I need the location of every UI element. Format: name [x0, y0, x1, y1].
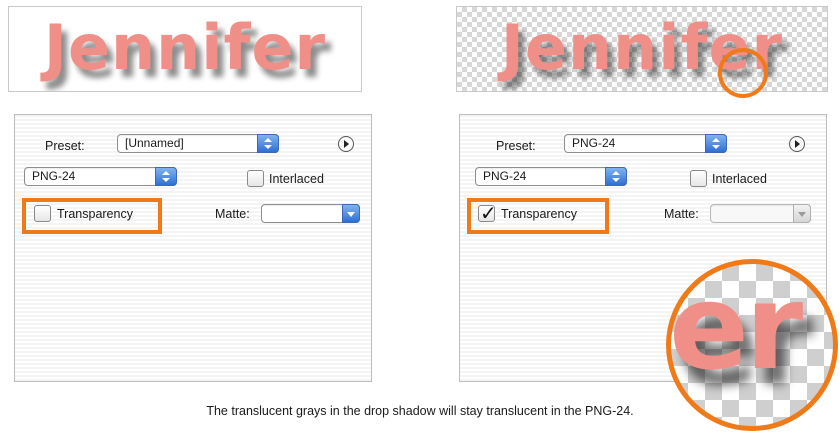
figure-caption: The translucent grays in the drop shadow…	[206, 404, 634, 418]
preset-label: Preset:	[496, 139, 536, 153]
detail-highlight-circle	[718, 48, 768, 98]
interlaced-label: Interlaced	[269, 172, 324, 186]
preset-select[interactable]: PNG-24	[564, 134, 727, 153]
preset-select-value: [Unnamed]	[125, 136, 184, 150]
jennifer-text: Jennifer	[500, 11, 784, 84]
save-for-web-settings-panel-left: Preset: [Unnamed] PNG-24 Interlaced Tran…	[14, 114, 372, 382]
jennifer-banner-transparent: Jennifer	[456, 6, 828, 92]
jennifer-text: Jennifer	[43, 11, 327, 84]
transparency-highlight-box	[467, 198, 609, 234]
matte-select[interactable]	[710, 204, 811, 223]
interlaced-label: Interlaced	[712, 172, 767, 186]
transparency-highlight-box	[22, 198, 162, 234]
preset-select-value: PNG-24	[572, 136, 616, 150]
zoomed-letters: er	[669, 259, 803, 396]
updown-arrows-icon	[257, 134, 279, 153]
settings-menu-arrow-icon[interactable]	[338, 136, 354, 152]
updown-arrows-icon	[155, 167, 177, 186]
matte-label: Matte:	[664, 207, 699, 221]
matte-label: Matte:	[215, 207, 250, 221]
format-select-value: PNG-24	[483, 169, 527, 183]
updown-arrows-icon	[705, 134, 727, 153]
preset-label: Preset:	[45, 139, 85, 153]
preset-select[interactable]: [Unnamed]	[117, 134, 279, 153]
jennifer-banner-opaque: Jennifer	[8, 6, 362, 92]
format-select[interactable]: PNG-24	[24, 167, 177, 186]
interlaced-checkbox[interactable]	[690, 170, 707, 187]
dropdown-arrow-icon	[793, 204, 811, 223]
interlaced-checkbox[interactable]	[247, 170, 264, 187]
format-select[interactable]: PNG-24	[475, 167, 627, 186]
updown-arrows-icon	[605, 167, 627, 186]
settings-menu-arrow-icon[interactable]	[789, 136, 805, 152]
dropdown-arrow-icon	[342, 204, 360, 223]
matte-select[interactable]	[261, 204, 360, 223]
format-select-value: PNG-24	[32, 169, 76, 183]
